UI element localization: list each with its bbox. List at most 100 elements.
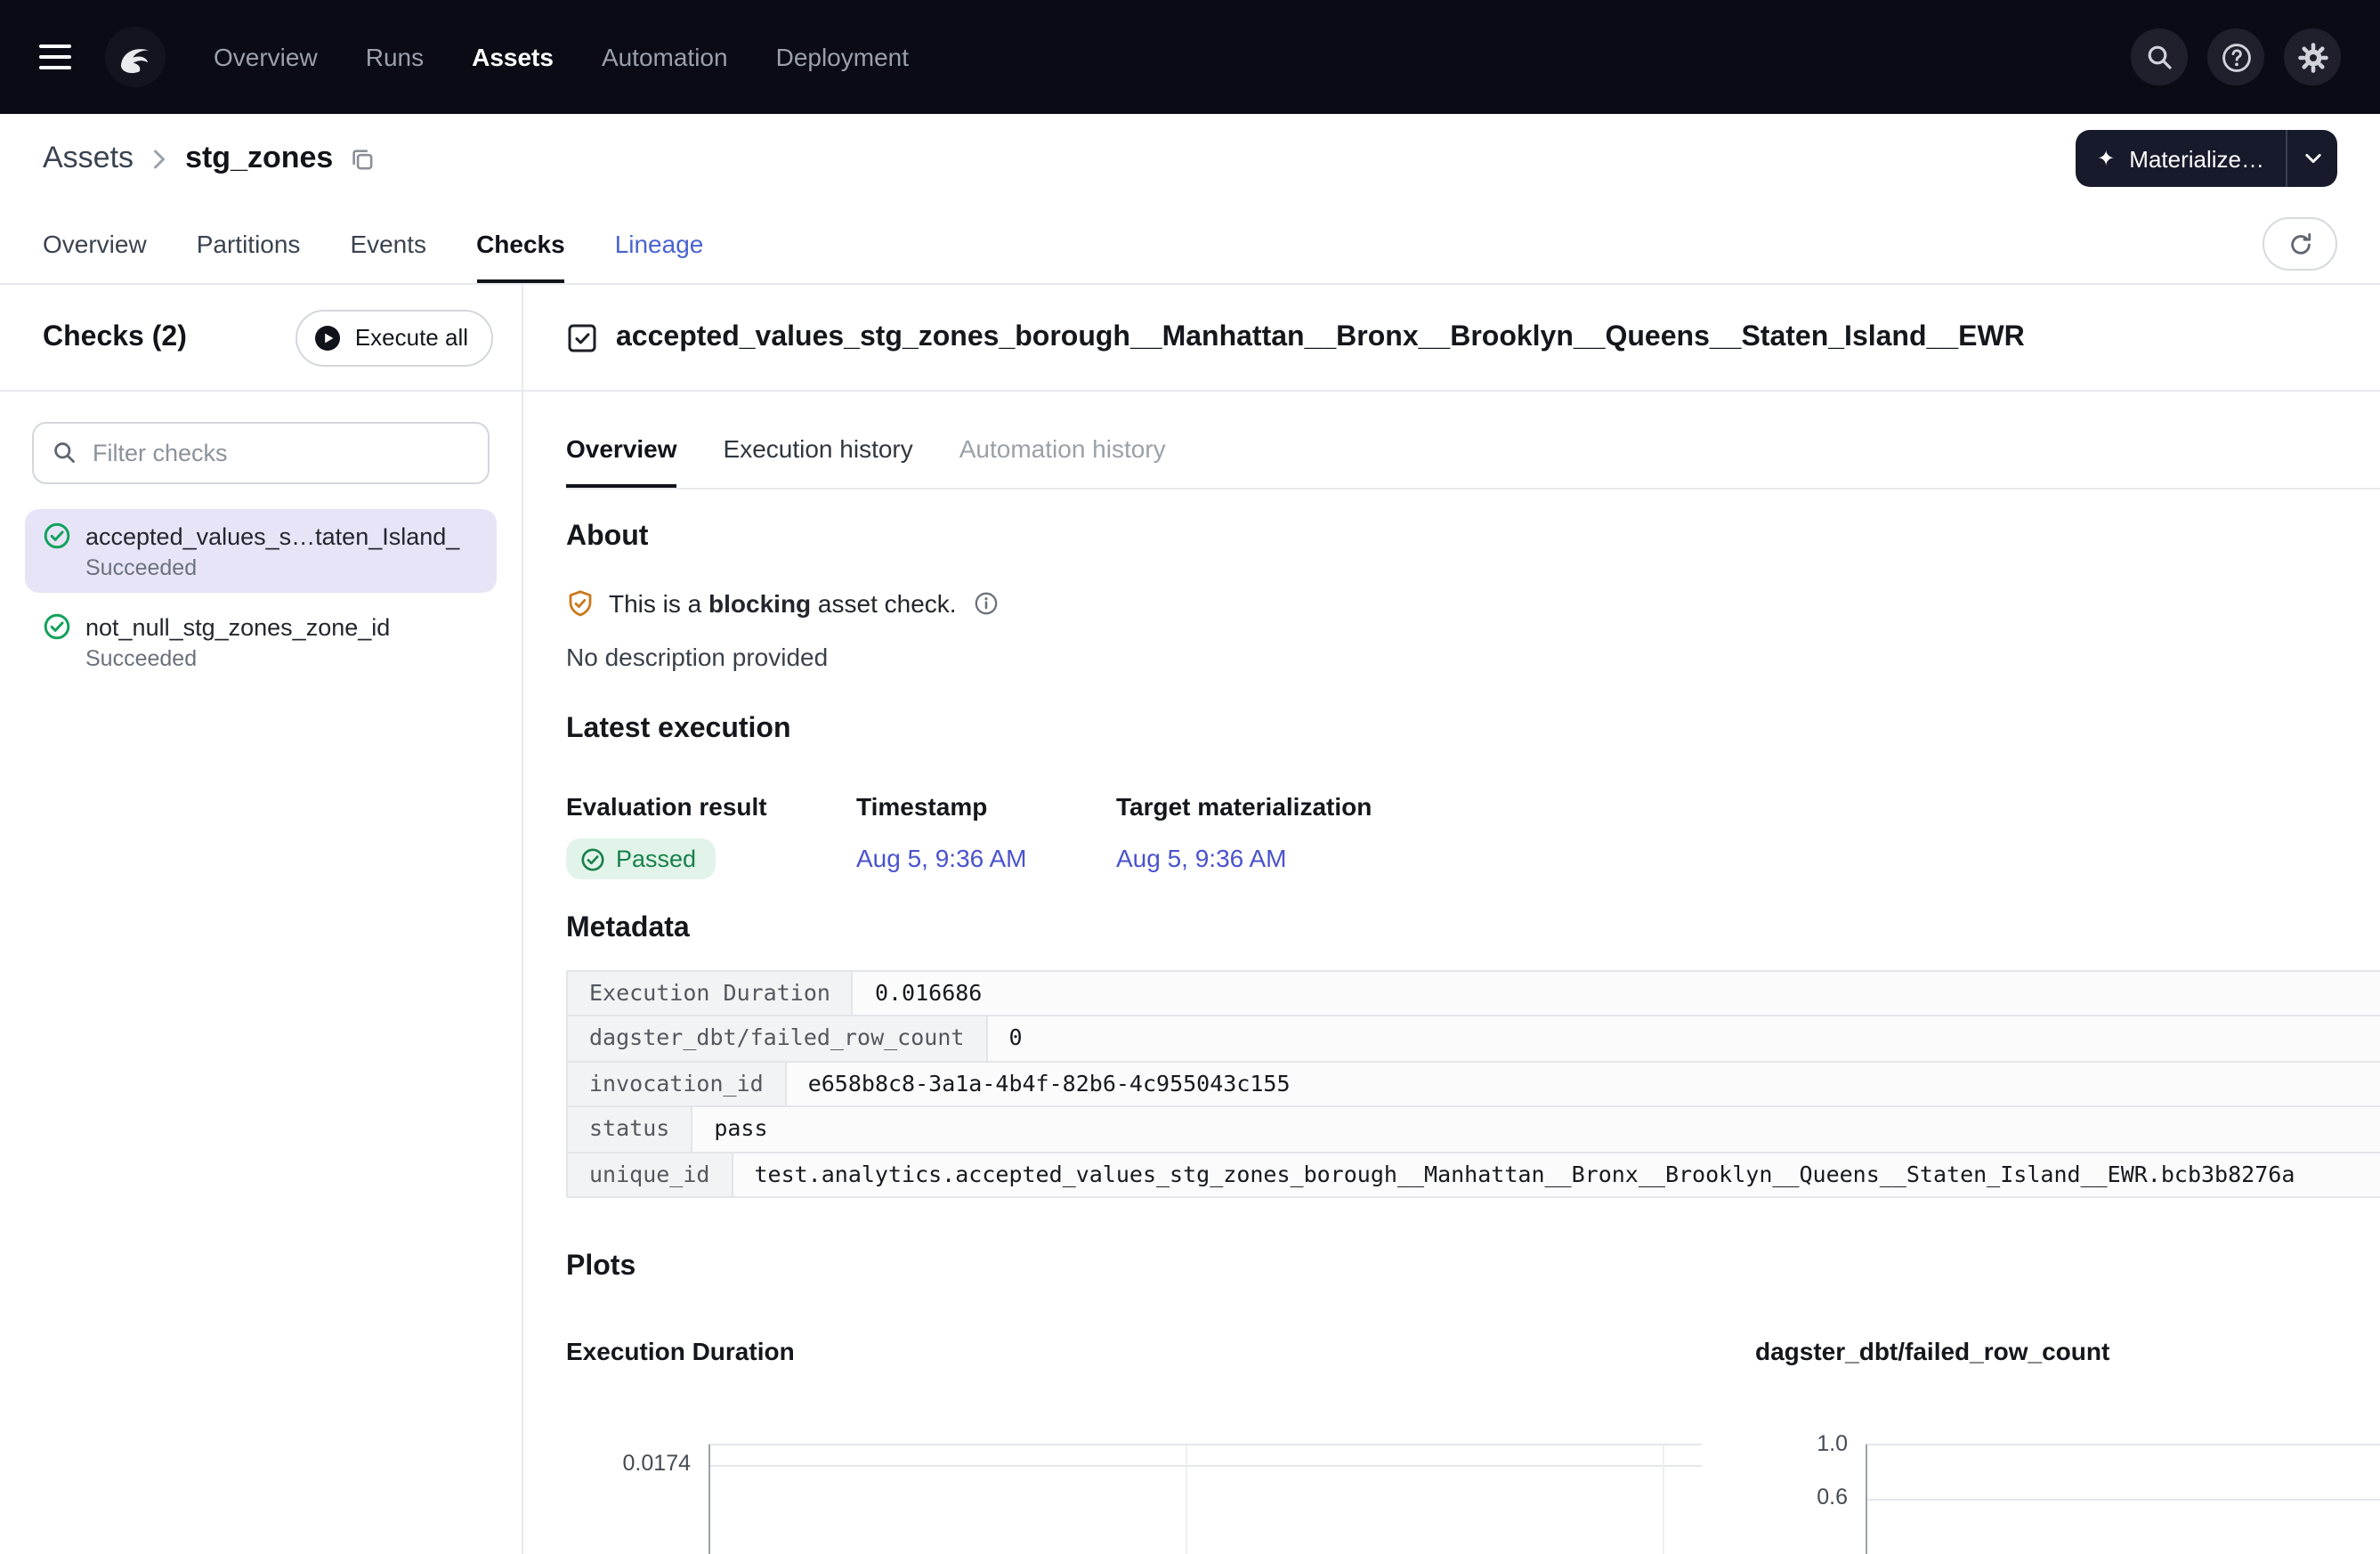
plots-grid: Execution Duration 0.0174 <box>566 1337 2380 1554</box>
breadcrumb-assets-link[interactable]: Assets <box>43 141 134 176</box>
tab-checks[interactable]: Checks <box>476 203 565 283</box>
check-name: accepted_values_s…taten_Island_ <box>85 522 479 549</box>
table-row: status pass <box>568 1107 2380 1153</box>
plots-heading: Plots <box>566 1251 2380 1283</box>
filter-checks <box>32 422 490 484</box>
checks-sidebar: Checks (2) Execute all <box>0 285 523 1554</box>
play-circle-icon <box>314 323 343 352</box>
timestamp-link[interactable]: Aug 5, 9:36 AM <box>856 844 1026 872</box>
chevron-down-icon <box>2304 153 2320 164</box>
top-nav: Overview Runs Assets Automation Deployme… <box>0 0 2380 114</box>
shield-check-icon <box>566 589 595 618</box>
tab-partitions[interactable]: Partitions <box>197 203 301 283</box>
tab-lineage[interactable]: Lineage <box>615 203 704 283</box>
check-detail-title: accepted_values_stg_zones_borough__Manha… <box>616 321 2025 353</box>
settings-button[interactable] <box>2284 28 2341 85</box>
tab-overview[interactable]: Overview <box>43 203 147 283</box>
page-title: stg_zones <box>185 141 333 176</box>
metadata-key: dagster_dbt/failed_row_count <box>568 1016 987 1060</box>
info-button[interactable] <box>975 591 1000 616</box>
check-detail-panel: accepted_values_stg_zones_borough__Manha… <box>523 285 2380 1554</box>
about-heading: About <box>566 522 2380 554</box>
refresh-icon <box>2287 231 2313 257</box>
gear-icon <box>2295 40 2329 74</box>
check-success-icon <box>43 612 71 641</box>
check-detail-body: Overview Execution history Automation hi… <box>523 392 2380 1554</box>
info-icon <box>975 591 1000 616</box>
y-tick-label: 0.6 <box>1817 1485 1848 1509</box>
materialize-dropdown-button[interactable] <box>2287 130 2337 187</box>
copy-asset-name-button[interactable] <box>349 145 376 172</box>
execute-all-label: Execute all <box>355 324 468 351</box>
column-timestamp: Timestamp <box>856 792 1116 821</box>
metadata-key: status <box>568 1107 692 1151</box>
metadata-key: invocation_id <box>568 1062 787 1105</box>
column-evaluation-result: Evaluation result <box>566 792 856 821</box>
breadcrumb: Assets stg_zones ✦ Materialize… <box>0 114 2380 203</box>
asset-check-icon <box>566 321 598 353</box>
check-status: Succeeded <box>85 646 479 671</box>
chart-y-axis: 1.0 0.6 <box>1755 1444 1866 1554</box>
check-name: not_null_stg_zones_zone_id <box>85 613 479 640</box>
dagster-logo[interactable] <box>103 25 167 89</box>
metadata-value: e658b8c8-3a1a-4b4f-82b6-4c955043c155 <box>787 1062 2380 1105</box>
metadata-value: test.analytics.accepted_values_stg_zones… <box>733 1153 2380 1196</box>
subtab-execution-history[interactable]: Execution history <box>724 417 913 488</box>
help-icon <box>2219 40 2253 74</box>
table-row: invocation_id e658b8c8-3a1a-4b4f-82b6-4c… <box>568 1062 2380 1107</box>
check-detail-header: accepted_values_stg_zones_borough__Manha… <box>523 285 2380 392</box>
metadata-heading: Metadata <box>566 912 2380 944</box>
materialize-button[interactable]: ✦ Materialize… <box>2076 130 2286 187</box>
asset-tabs: Overview Partitions Events Checks Lineag… <box>0 203 2380 285</box>
checks-count-heading: Checks (2) <box>43 321 187 353</box>
top-nav-actions <box>2131 28 2341 85</box>
metadata-key: unique_id <box>568 1153 733 1196</box>
latest-execution-columns: Evaluation result Timestamp Target mater… <box>566 792 2380 821</box>
latest-execution-heading: Latest execution <box>566 714 2380 746</box>
check-list-item-not-null[interactable]: not_null_stg_zones_zone_id Succeeded <box>25 600 497 684</box>
table-row: dagster_dbt/failed_row_count 0 <box>568 1016 2380 1062</box>
refresh-button[interactable] <box>2263 217 2337 271</box>
help-button[interactable] <box>2207 28 2264 85</box>
nav-overview[interactable]: Overview <box>214 43 318 71</box>
subtab-automation-history[interactable]: Automation history <box>959 417 1166 488</box>
search-button[interactable] <box>2131 28 2188 85</box>
filter-checks-input[interactable] <box>32 422 490 484</box>
checks-list: accepted_values_s…taten_Island_ Succeede… <box>0 498 522 694</box>
breadcrumb-chevron-icon <box>151 147 167 170</box>
subtab-overview[interactable]: Overview <box>566 417 677 488</box>
check-success-icon <box>43 522 71 550</box>
materialize-split-button: ✦ Materialize… <box>2076 130 2337 187</box>
check-list-item-accepted-values[interactable]: accepted_values_s…taten_Island_ Succeede… <box>25 509 497 593</box>
metadata-value: 0.016686 <box>854 971 2380 1015</box>
sparkle-icon: ✦ <box>2097 148 2115 169</box>
chart-execution-duration: Execution Duration 0.0174 <box>566 1337 1755 1554</box>
metadata-value: pass <box>692 1107 2380 1151</box>
nav-assets[interactable]: Assets <box>472 43 554 71</box>
table-row: unique_id test.analytics.accepted_values… <box>568 1153 2380 1196</box>
dagster-logo-icon <box>103 25 167 89</box>
nav-runs[interactable]: Runs <box>366 43 424 71</box>
y-tick-label: 1.0 <box>1817 1431 1848 1456</box>
checks-sidebar-header: Checks (2) Execute all <box>0 285 522 392</box>
nav-deployment[interactable]: Deployment <box>776 43 909 71</box>
check-detail-tabs: Overview Execution history Automation hi… <box>566 417 2380 490</box>
execute-all-button[interactable]: Execute all <box>296 309 493 366</box>
nav-automation[interactable]: Automation <box>602 43 728 71</box>
blocking-note: This is a blocking asset check. <box>566 589 2380 618</box>
tab-events[interactable]: Events <box>350 203 426 283</box>
chart-plot-area <box>1866 1444 2380 1554</box>
chart-plot-area <box>708 1444 1702 1554</box>
metadata-table: Execution Duration 0.016686 dagster_dbt/… <box>566 969 2380 1198</box>
description-text: No description provided <box>566 643 2380 671</box>
latest-execution-values: Passed Aug 5, 9:36 AM Aug 5, 9:36 AM <box>566 838 2380 880</box>
y-tick-label: 0.0174 <box>623 1451 691 1476</box>
passed-badge: Passed <box>566 838 716 879</box>
target-materialization-link[interactable]: Aug 5, 9:36 AM <box>1116 844 1286 872</box>
check-status: Succeeded <box>85 555 479 580</box>
search-icon <box>52 440 77 465</box>
chart-failed-row-count: dagster_dbt/failed_row_count 1.0 0.6 <box>1755 1337 2380 1554</box>
hamburger-menu-button[interactable] <box>39 45 75 69</box>
copy-icon <box>349 145 376 172</box>
check-success-icon <box>580 846 605 871</box>
